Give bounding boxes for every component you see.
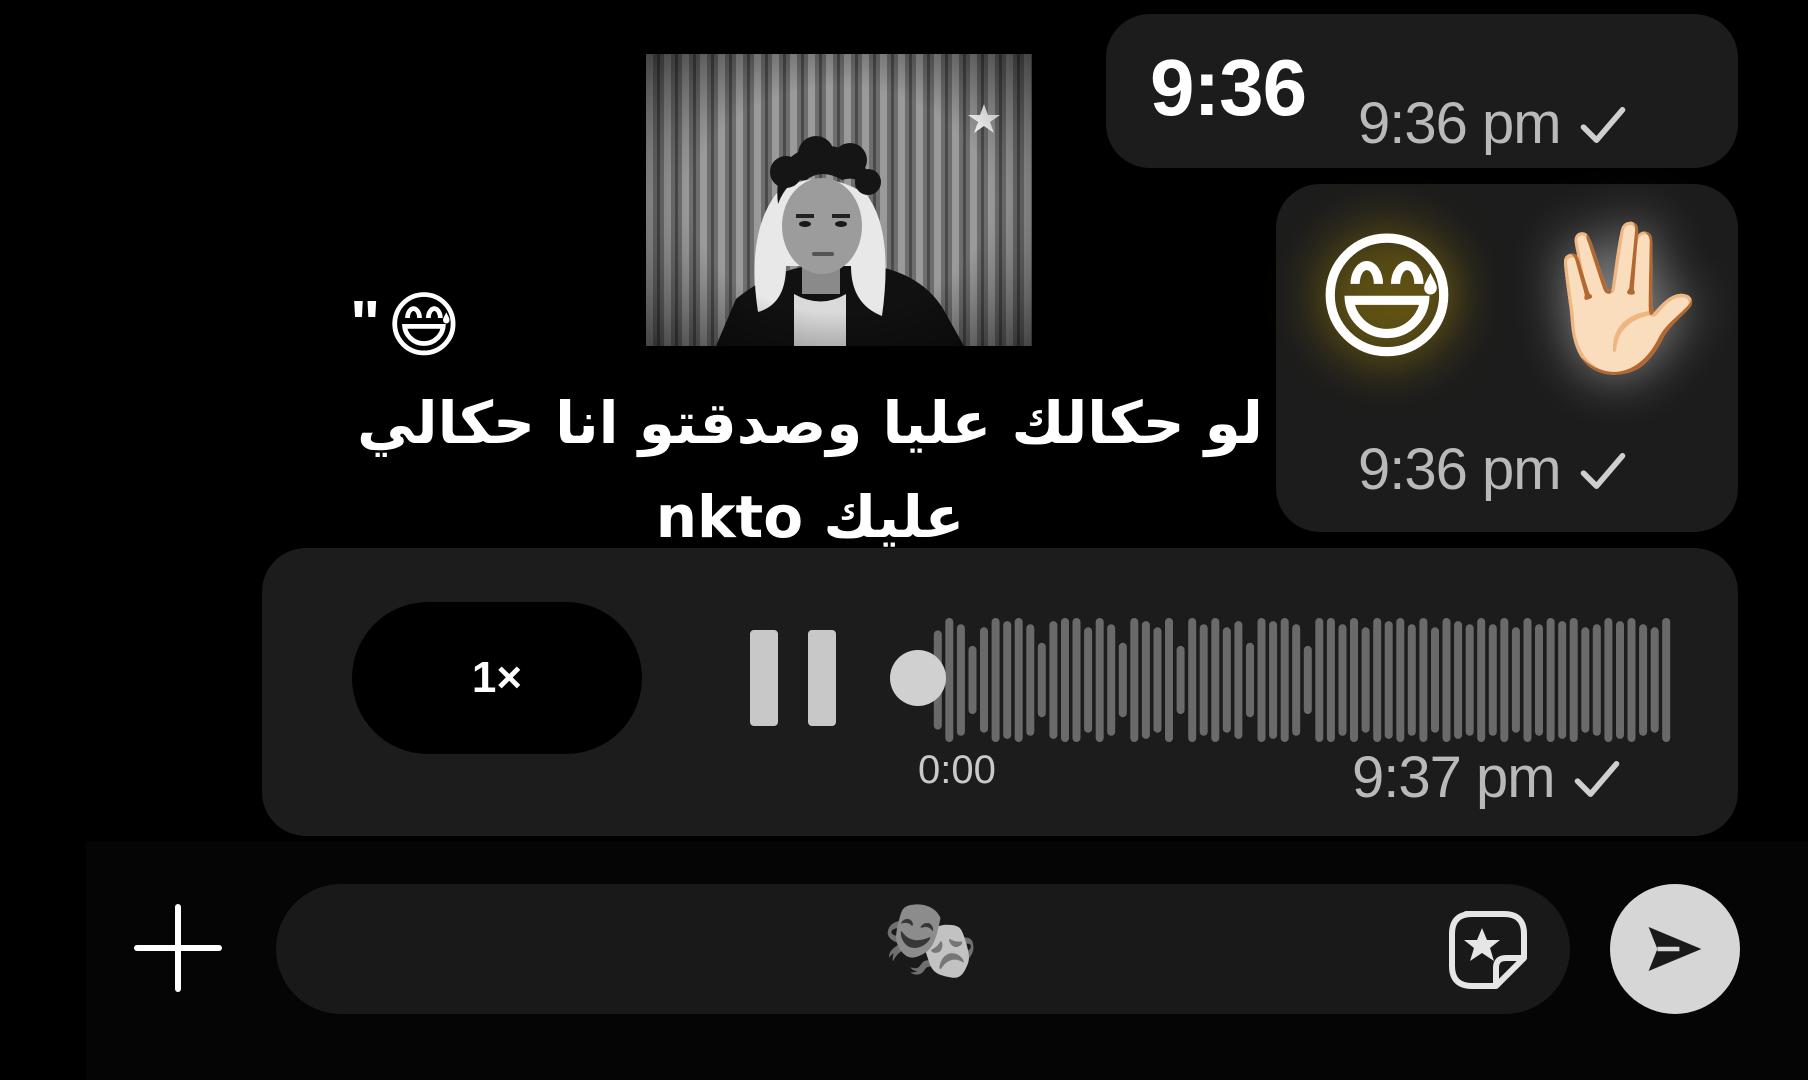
sent-check-icon [1577,98,1629,150]
waveform-bar [1130,618,1139,742]
playback-speed-button[interactable]: 1× [352,602,642,754]
voice-duration: 0:00 [918,748,996,792]
waveform-bar [1465,624,1474,736]
message-timestamp: 9:36 pm [1358,436,1629,503]
waveform-bar [1350,618,1358,742]
waveform-bar [1488,624,1497,736]
waveform-bar [1315,618,1324,742]
waveform-bar [1084,627,1093,733]
waveform-bar [1407,624,1416,736]
waveform-bar [1616,621,1624,739]
timestamp-text: 9:36 pm [1358,437,1562,502]
timestamp-text: 9:36 pm [1358,91,1562,156]
overlay-photo [646,54,1032,346]
overlay-emoji: " 😅 [350,286,462,366]
waveform-bar [980,627,988,733]
audio-waveform[interactable] [932,618,1672,742]
waveform-bar [1141,621,1150,739]
voice-message-bubble[interactable]: 1× 0:00 9:37 pm [262,548,1738,836]
quote-mark: " [350,287,381,359]
waveform-bar [1037,642,1046,718]
waveform-bar [1003,621,1012,739]
waveform-bar [1211,618,1220,742]
waveform-bar [1546,618,1555,742]
waveform-bar [1246,642,1254,718]
waveform-bar [1165,618,1173,742]
message-timestamp: 9:37 pm [1352,744,1623,811]
waveform-bar [1523,618,1532,742]
waveform-bar [1049,621,1058,739]
waveform-bar [1477,618,1486,742]
send-button[interactable] [1610,884,1740,1014]
waveform-bar [1662,618,1671,742]
waveform-bar [1280,618,1289,742]
waveform-bar [1072,618,1081,742]
waveform-bar [1419,618,1428,742]
waveform-bar [1569,618,1578,742]
waveform-bar [956,624,965,736]
waveform-bar [1014,618,1023,742]
waveform-bar [1153,627,1162,733]
waveform-bar [991,618,1000,742]
waveform-bar [1592,624,1601,736]
performing-arts-masks-icon[interactable]: 🎭 [882,900,979,978]
waveform-bar [1257,618,1266,742]
overlay-caption: لو حكالك عليا وصدقتو انا حكالي عليك nkto [357,389,1263,551]
sticker-icon[interactable] [1446,908,1530,992]
sent-check-icon [1577,444,1629,496]
waveform-bar [1384,621,1393,739]
message-timestamp: 9:36 pm [1358,90,1629,157]
waveform-bar [1604,618,1613,742]
waveform-bar [1061,618,1069,742]
waveform-bar [1396,618,1405,742]
waveform-bar [1118,642,1127,718]
vulcan-salute-emoji: 🖖🏻 [1532,219,1707,376]
waveform-bar [1338,624,1347,736]
sweat-smile-emoji: 😅 [386,286,462,366]
waveform-bar [1627,618,1636,742]
waveform-bar [1454,621,1463,739]
waveform-bar [1650,627,1659,733]
waveform-bar [1176,645,1185,715]
waveform-bar [1581,627,1590,733]
send-arrow-icon [1648,927,1702,971]
waveform-bar [945,618,954,742]
waveform-bar [1222,627,1231,733]
waveform-bar [1361,627,1370,733]
waveform-bar [1199,624,1208,736]
waveform-bar [1373,618,1382,742]
message-bubble-emoji[interactable]: 😅 🖖🏻 9:36 pm [1276,184,1738,532]
waveform-bar [1326,618,1335,742]
waveform-bar [1095,618,1104,742]
waveform-bar [1500,618,1509,742]
waveform-bar [1442,618,1451,742]
waveform-bar [1269,621,1278,739]
waveform-bar [1107,624,1116,736]
waveform-bar [1026,624,1035,736]
message-text: 9:36 [1150,43,1307,132]
sweat-smile-emoji: 😅 [1314,219,1460,376]
waveform-bar [1511,627,1520,733]
waveform-bar [968,645,977,715]
sent-check-icon [1571,752,1623,804]
add-attachment-button[interactable] [134,904,222,992]
waveform-bar [1234,621,1243,739]
timestamp-text: 9:37 pm [1352,745,1556,810]
pause-icon[interactable] [750,630,836,726]
message-bubble-time[interactable]: 9:36 9:36 pm [1106,14,1738,168]
waveform-bar [1558,621,1567,739]
waveform-bar [1188,618,1197,742]
waveform-bar [1292,624,1301,736]
waveform-bar [1639,624,1648,736]
scrubber-handle[interactable] [890,650,946,706]
waveform-bar [1535,624,1543,736]
waveform-bar [1431,627,1439,733]
waveform-bar [1303,645,1312,715]
